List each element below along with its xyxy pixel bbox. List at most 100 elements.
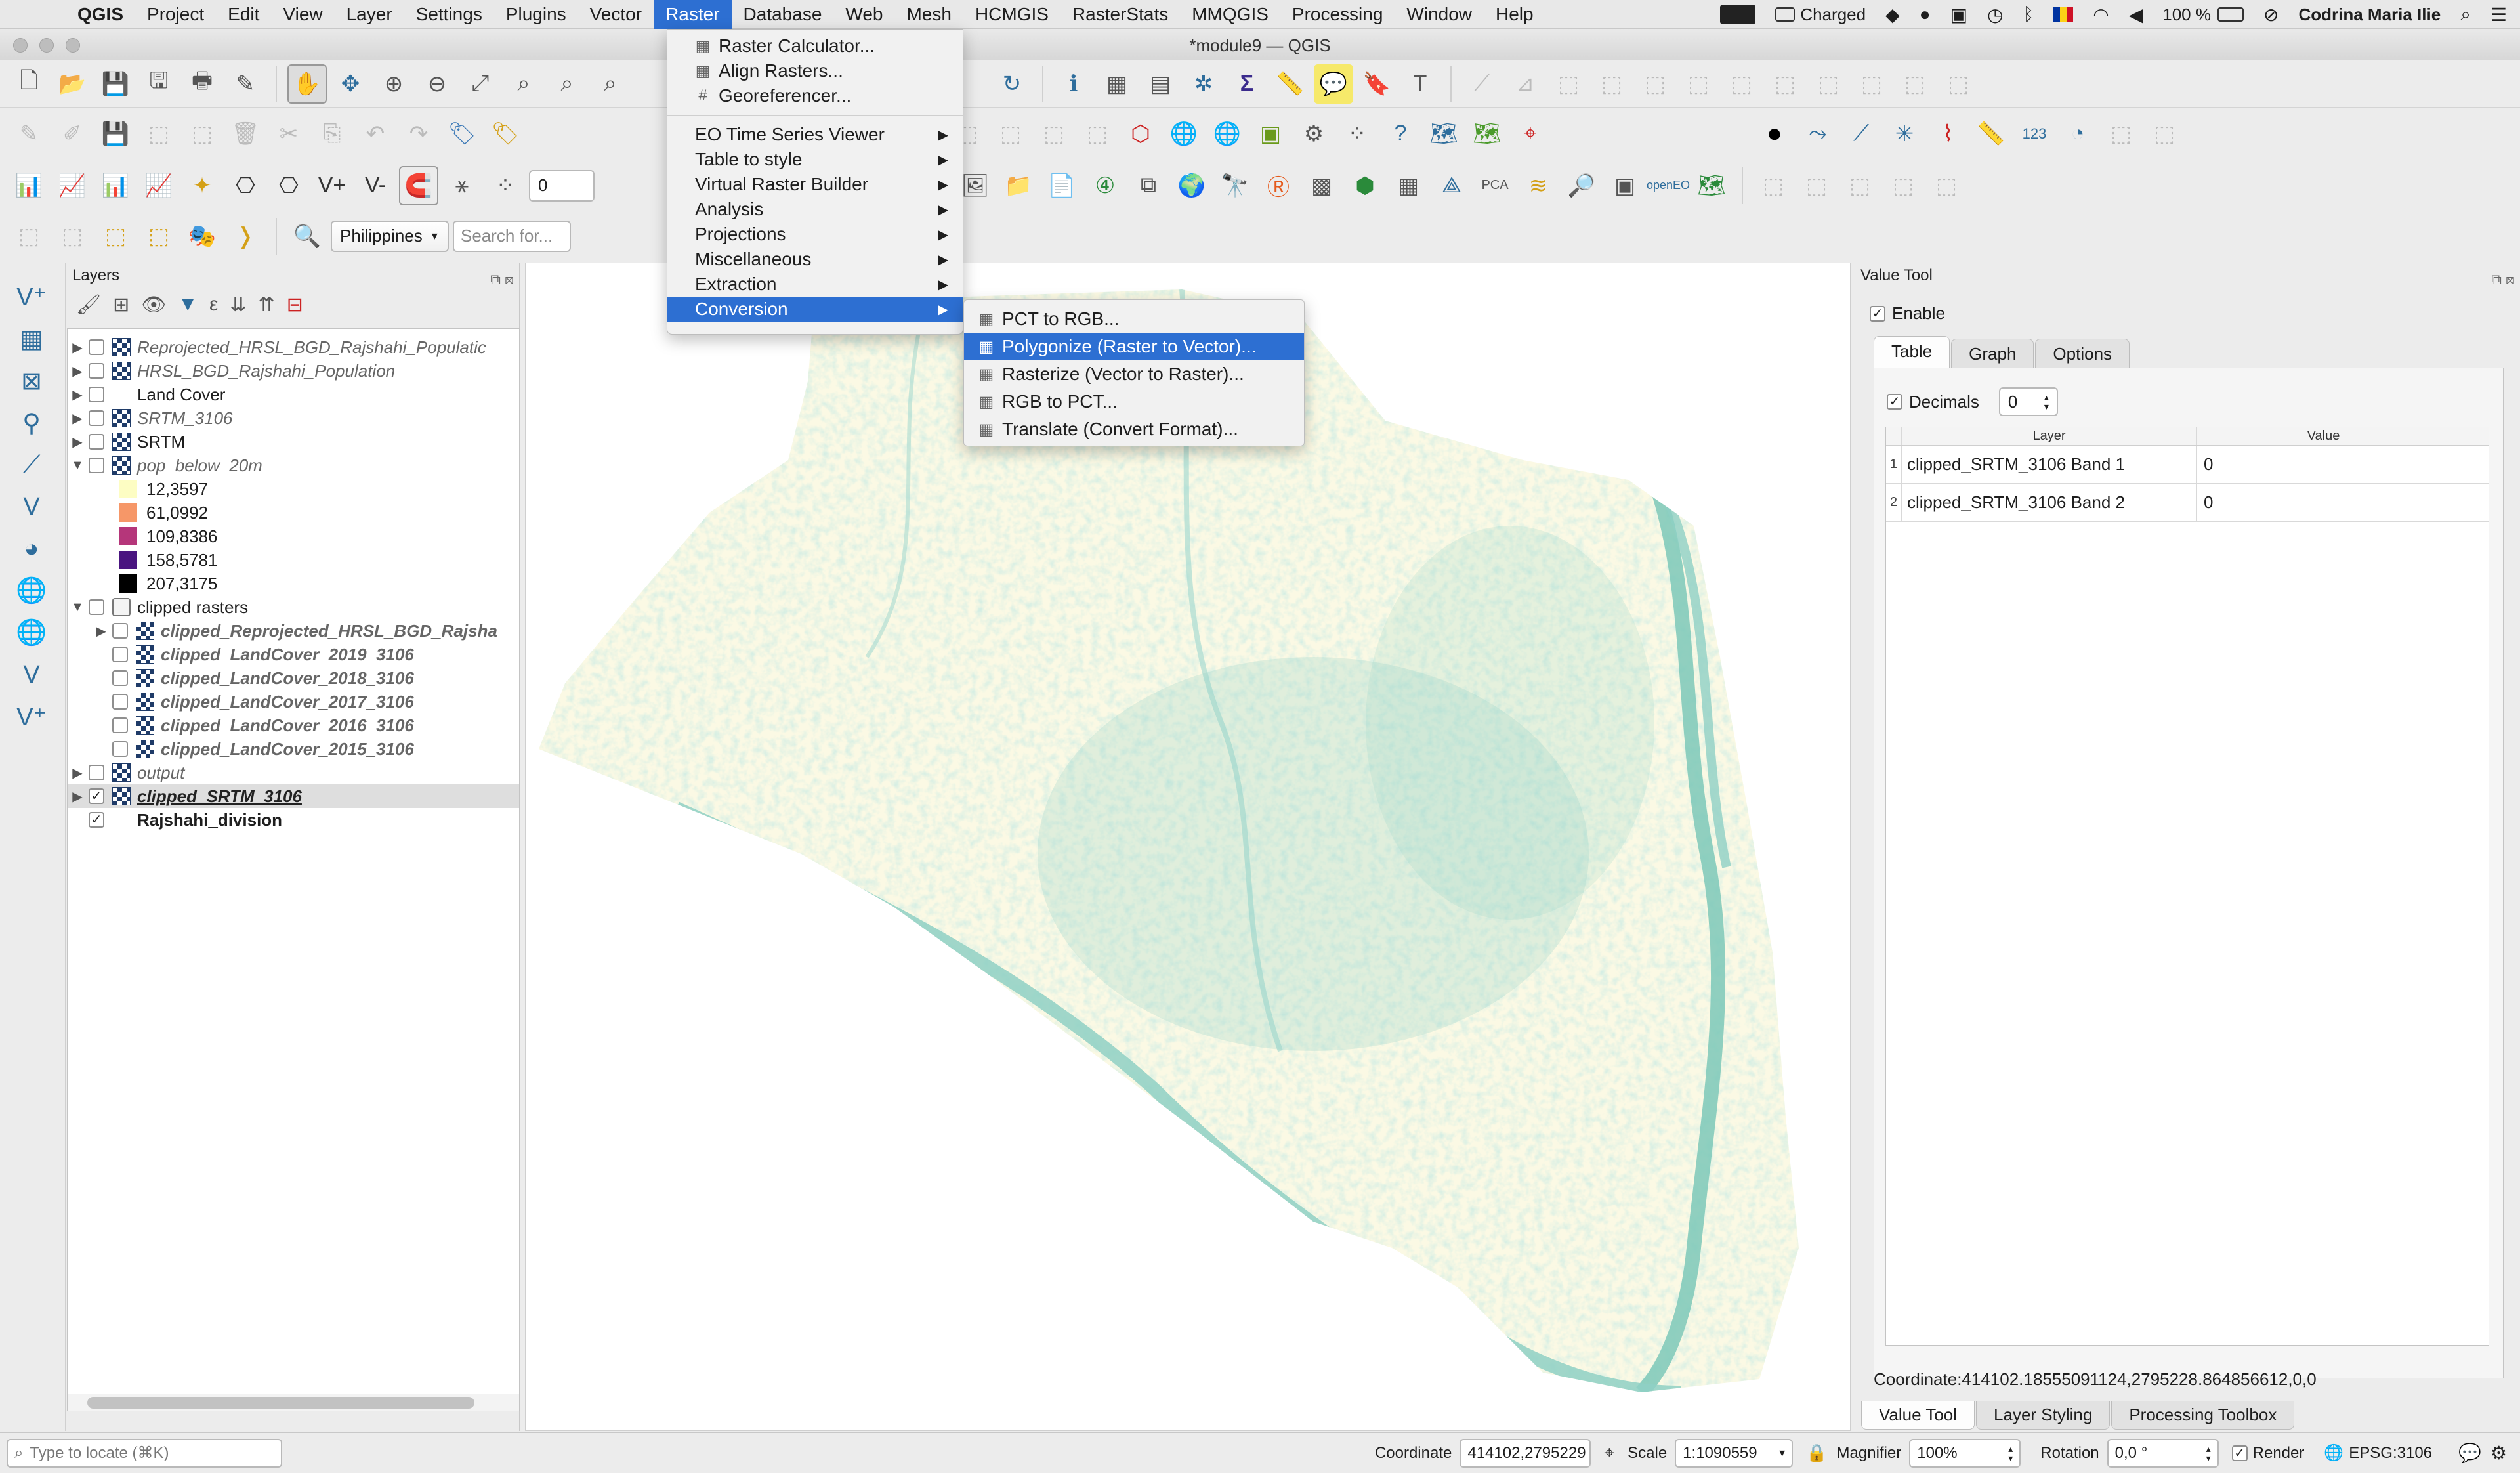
menu-hcmgis[interactable]: HCMGIS <box>963 0 1060 29</box>
layer-row[interactable]: clipped_LandCover_2015_3106 <box>68 737 519 761</box>
tab-table[interactable]: Table <box>1874 336 1950 369</box>
chevron-down-icon[interactable]: ▼ <box>68 600 87 615</box>
plugin-ref-icon[interactable]: Ⓡ <box>1259 166 1298 205</box>
menu-help[interactable]: Help <box>1484 0 1545 29</box>
submenu-table-to-style[interactable]: Table to style ▶ <box>667 147 963 172</box>
digitize-icon-12[interactable]: ⬚ <box>1939 64 1978 104</box>
layer-row[interactable]: ▶ Land Cover <box>68 383 519 406</box>
mesh-layer-icon[interactable]: ⊠ <box>5 360 58 402</box>
add-group-icon[interactable]: ⊞ <box>113 293 129 316</box>
identify-icon[interactable]: ℹ <box>1054 64 1093 104</box>
crs-label[interactable]: EPSG:3106 <box>2349 1444 2432 1462</box>
layer-visibility-checkbox[interactable] <box>112 694 128 710</box>
chevron-right-icon[interactable]: ▶ <box>91 623 111 639</box>
menu-layer[interactable]: Layer <box>335 0 404 29</box>
evernote-icon[interactable]: ● <box>1920 4 1931 25</box>
vector-edit-icon[interactable]: V <box>5 486 58 528</box>
column-header-layer[interactable]: Layer <box>1902 427 2197 445</box>
layer-row[interactable]: ✓ Rajshahi_division <box>68 808 519 832</box>
layer-visibility-checkbox[interactable] <box>89 363 104 379</box>
digitize-icon-1[interactable]: ⟋ <box>1462 64 1502 104</box>
crosshair-icon[interactable]: ⌖ <box>1511 114 1550 154</box>
menu-app[interactable]: QGIS <box>66 0 135 29</box>
panel-float-close-icon[interactable]: ⧉ ⊠ <box>2491 267 2515 293</box>
label-change-icon[interactable]: ⬚ <box>1078 114 1117 154</box>
layer-visibility-checkbox[interactable] <box>89 599 104 615</box>
text-annotation-icon[interactable]: T <box>1400 64 1440 104</box>
openeo-icon[interactable]: openEO <box>1647 166 1690 205</box>
digitize-icon-2[interactable]: ⊿ <box>1505 64 1545 104</box>
globe-plugin-icon[interactable]: 🌐 <box>1164 114 1204 154</box>
render-checkbox[interactable]: ✓ <box>2231 1445 2248 1461</box>
menu-view[interactable]: View <box>271 0 334 29</box>
layer-visibility-checkbox[interactable]: ✓ <box>89 812 104 828</box>
rotation-spinbox[interactable]: 0,0 ° ▴ ▾ <box>2107 1438 2219 1468</box>
menu-project[interactable]: Project <box>135 0 216 29</box>
help-icon[interactable]: ? <box>1381 114 1420 154</box>
delete-icon[interactable]: 🗑 <box>226 114 265 154</box>
digitize-line-icon[interactable]: ⟋ <box>5 444 58 486</box>
menu-web[interactable]: Web <box>833 0 894 29</box>
digitize-icon-6[interactable]: ⬚ <box>1679 64 1718 104</box>
plugin-update-icon[interactable]: ⚙ <box>2490 1442 2507 1464</box>
measure-icon[interactable]: 📏 <box>1270 64 1310 104</box>
pan-to-selection-icon[interactable]: ✥ <box>331 64 370 104</box>
chart-icon-2[interactable]: 📈 <box>52 166 92 205</box>
digitize-icon-7[interactable]: ⬚ <box>1722 64 1761 104</box>
battery-status-item[interactable]: Charged <box>1775 5 1866 25</box>
select-tool-5-icon[interactable]: ⬚ <box>1927 166 1966 205</box>
label-tool-icon[interactable]: 🏷 <box>442 114 482 154</box>
submenu-projections[interactable]: Projections ▶ <box>667 222 963 247</box>
layer-row[interactable]: ▶ Reprojected_HRSL_BGD_Rajshahi_Populatic <box>68 335 519 359</box>
select-tool-4-icon[interactable]: ⬚ <box>1883 166 1923 205</box>
menu-processing[interactable]: Processing <box>1280 0 1395 29</box>
star-tool-icon[interactable]: ✳ <box>1885 114 1924 154</box>
menu-item-georeferencer[interactable]: # Georeferencer... <box>667 83 963 108</box>
zoom-full-icon[interactable]: ⤢ <box>461 64 500 104</box>
vertex-tool-icon[interactable]: ⬚ <box>182 114 222 154</box>
time-machine-icon[interactable]: ◷ <box>1987 4 2003 26</box>
label-tool-2-icon[interactable]: 🏷 <box>486 114 525 154</box>
wifi-icon[interactable]: ◠ <box>2093 4 2109 26</box>
zoom-native-icon[interactable]: ⌕ <box>591 64 630 104</box>
focus-icon[interactable]: ⊘ <box>2263 4 2278 26</box>
tab-graph[interactable]: Graph <box>1951 339 2034 369</box>
menu-item-rasterize-vector-to-raster[interactable]: ▦ Rasterize (Vector to Raster)... <box>964 360 1304 388</box>
undo-icon[interactable]: ↶ <box>356 114 395 154</box>
submenu-virtual-raster-builder[interactable]: Virtual Raster Builder ▶ <box>667 172 963 197</box>
eye-icon[interactable]: 👁 <box>141 293 166 316</box>
expand-all-icon[interactable]: ⇊ <box>230 293 246 316</box>
plugin-stack-icon[interactable]: ≋ <box>1519 166 1558 205</box>
add-wfs-icon[interactable]: 🌐 <box>5 570 58 612</box>
layer-visibility-checkbox[interactable] <box>112 741 128 757</box>
plugin-dots-icon[interactable]: ⁘ <box>1337 114 1377 154</box>
remove-layer-icon[interactable]: ⊟ <box>287 293 303 316</box>
plugin-bino-icon[interactable]: 🔭 <box>1215 166 1255 205</box>
bookmark-icon[interactable]: 🔖 <box>1357 64 1396 104</box>
shape-tool-3-icon[interactable]: ⬚ <box>2145 114 2184 154</box>
plugin-map-2-icon[interactable]: 🗺 <box>1467 114 1507 154</box>
shape-tool-2-icon[interactable]: ⬚ <box>2101 114 2141 154</box>
plugin-search-icon[interactable]: 🔎 <box>1562 166 1601 205</box>
raster-layer-icon[interactable]: ▦ <box>5 318 58 360</box>
settings-gear-icon[interactable]: ✲ <box>1184 64 1223 104</box>
add-delimited-icon[interactable]: V⁺ <box>5 696 58 738</box>
menu-rasterstats[interactable]: RasterStats <box>1060 0 1180 29</box>
select-tool-2-icon[interactable]: ⬚ <box>1797 166 1836 205</box>
plugin-folder-icon[interactable]: 📁 <box>999 166 1038 205</box>
plugin-chess-icon[interactable]: ▩ <box>1302 166 1341 205</box>
plugin-earth-icon[interactable]: 🌍 <box>1172 166 1211 205</box>
layer-row[interactable]: clipped_LandCover_2019_3106 <box>68 643 519 666</box>
battery-item[interactable]: 100 % <box>2162 5 2244 25</box>
zigzag-tool-icon[interactable]: ⌇ <box>1928 114 1967 154</box>
zoom-to-layer-icon[interactable]: ⌕ <box>547 64 587 104</box>
select-tool-3-icon[interactable]: ⬚ <box>1840 166 1880 205</box>
plugin-layers-icon[interactable]: ⧉ <box>1129 166 1168 205</box>
style-manager-icon[interactable]: ✎ <box>226 64 265 104</box>
plugin-pca-icon[interactable]: PCA <box>1475 166 1515 205</box>
layer-visibility-checkbox[interactable] <box>89 765 104 780</box>
digitize-icon-8[interactable]: ⬚ <box>1765 64 1805 104</box>
menu-mesh[interactable]: Mesh <box>894 0 963 29</box>
select-tool-icon[interactable]: ⬚ <box>1754 166 1793 205</box>
plugin-table-icon[interactable]: ▦ <box>1389 166 1428 205</box>
